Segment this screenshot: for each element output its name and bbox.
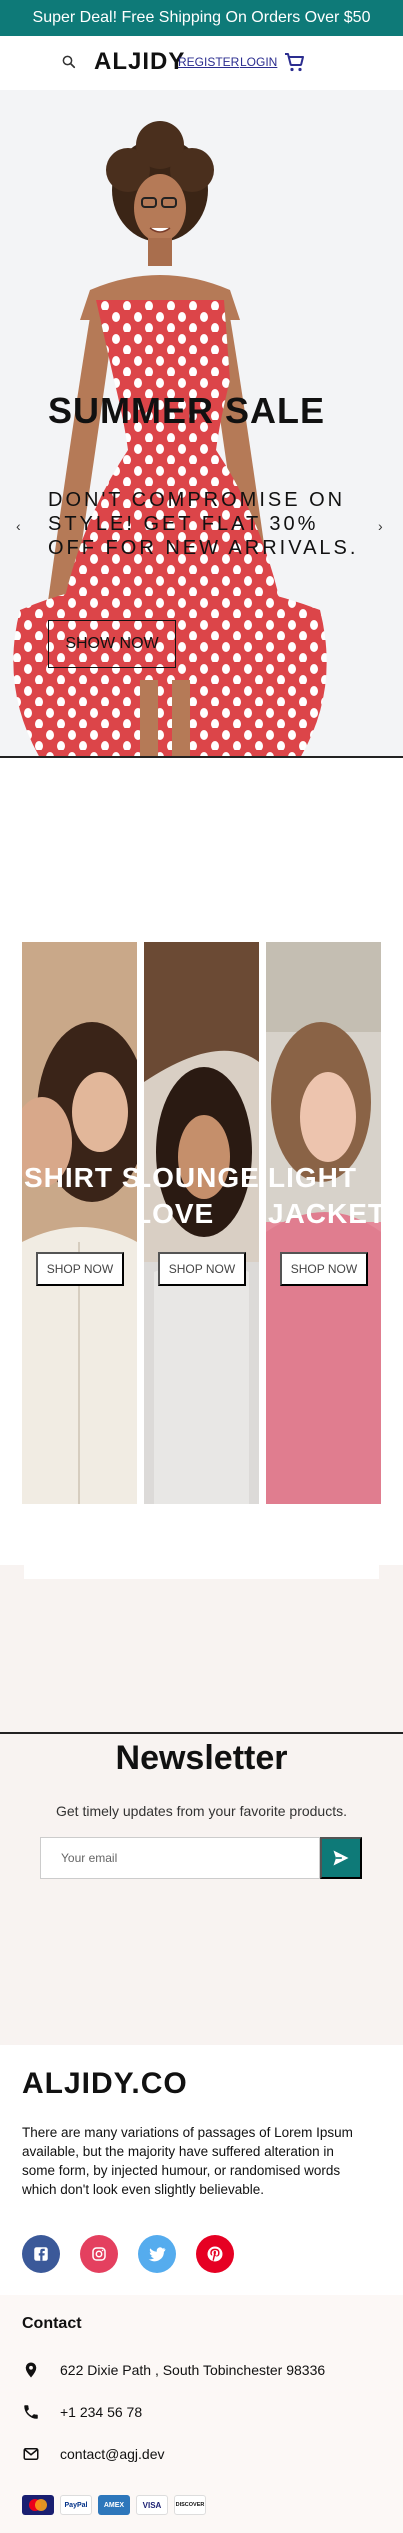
- send-icon: [333, 1850, 349, 1866]
- category-card-jackets[interactable]: LIGHT JACKETS SHOP NOW: [266, 942, 381, 1504]
- newsletter-subtitle: Get timely updates from your favorite pr…: [55, 1803, 347, 1819]
- navbar: ALJIDY REGISTER LOGIN: [0, 36, 403, 90]
- phone-row: +1 234 56 78: [22, 2401, 142, 2423]
- logo[interactable]: ALJIDY: [94, 48, 185, 76]
- facebook-link[interactable]: [22, 2235, 60, 2273]
- instagram-link[interactable]: [80, 2235, 118, 2273]
- category-section: SHIRT STYLE SHOP NOW LOUNGEWEAR LOVE SHO…: [0, 920, 403, 1510]
- address-row: 622 Dixie Path , South Tobinchester 9833…: [22, 2359, 325, 2381]
- phone-icon: [24, 2405, 38, 2419]
- facebook-icon: [34, 2247, 48, 2261]
- twitter-link[interactable]: [138, 2235, 176, 2273]
- pinterest-icon: [207, 2246, 223, 2262]
- footer-brand: ALJIDY.CO There are many variations of p…: [0, 2045, 403, 2295]
- newsletter-section: Newsletter Get timely updates from your …: [0, 1565, 403, 2045]
- category-title: LOUNGEWEAR LOVE: [144, 1162, 259, 1229]
- discover-icon: DISCOVER: [174, 2495, 206, 2515]
- email-field[interactable]: [40, 1837, 320, 1879]
- contact-section: Contact 622 Dixie Path , South Tobinches…: [0, 2295, 403, 2533]
- slider-next-arrow[interactable]: ›: [378, 518, 383, 534]
- search-icon[interactable]: [60, 53, 78, 71]
- shop-now-button[interactable]: SHOP NOW: [158, 1252, 246, 1286]
- hero-slider: SUMMER SALE DON'T COMPROMISE ON STYLE! G…: [0, 90, 403, 758]
- shop-now-button[interactable]: SHOP NOW: [280, 1252, 368, 1286]
- footer-logo: ALJIDY.CO: [22, 2067, 188, 2100]
- newsletter-title: Newsletter: [115, 1739, 288, 1777]
- contact-title: Contact: [22, 2315, 82, 2332]
- email-row: contact@agj.dev: [22, 2443, 165, 2465]
- location-icon: [25, 2362, 37, 2378]
- cart-icon[interactable]: [282, 50, 306, 74]
- category-card-loungewear[interactable]: LOUNGEWEAR LOVE SHOP NOW: [144, 942, 259, 1504]
- mail-icon: [23, 2448, 39, 2460]
- payment-methods: PayPal AMEX VISA DISCOVER: [22, 2495, 206, 2515]
- divider: [0, 1732, 403, 1734]
- twitter-icon: [148, 2247, 166, 2262]
- amex-icon: AMEX: [98, 2495, 130, 2515]
- pinterest-link[interactable]: [196, 2235, 234, 2273]
- category-image: [22, 942, 137, 1504]
- email-text[interactable]: contact@agj.dev: [60, 2446, 165, 2462]
- show-now-button[interactable]: SHOW NOW: [48, 620, 176, 668]
- shop-now-button[interactable]: SHOP NOW: [36, 1252, 124, 1286]
- send-button[interactable]: [320, 1837, 362, 1879]
- hero-subtitle: DON'T COMPROMISE ON STYLE! GET FLAT 30% …: [48, 489, 359, 559]
- announcement-text: Super Deal! Free Shipping On Orders Over…: [32, 9, 371, 26]
- category-card-shirt[interactable]: SHIRT STYLE SHOP NOW: [22, 942, 137, 1504]
- register-link[interactable]: REGISTER: [178, 55, 239, 69]
- login-link[interactable]: LOGIN: [240, 55, 277, 69]
- product-strip-placeholder: [24, 1565, 379, 1579]
- footer-description: There are many variations of passages of…: [22, 2125, 353, 2197]
- category-title: SHIRT STYLE: [24, 1162, 137, 1193]
- hero-title: SUMMER SALE: [48, 390, 326, 431]
- visa-icon: VISA: [136, 2495, 168, 2515]
- paypal-icon: PayPal: [60, 2495, 92, 2515]
- slider-prev-arrow[interactable]: ‹: [16, 518, 21, 534]
- mastercard-icon: [22, 2495, 54, 2515]
- address-text: 622 Dixie Path , South Tobinchester 9833…: [60, 2362, 326, 2378]
- instagram-icon: [92, 2247, 106, 2261]
- category-title: LIGHT JACKETS: [268, 1162, 381, 1229]
- phone-text[interactable]: +1 234 56 78: [60, 2404, 142, 2420]
- announcement-bar: Super Deal! Free Shipping On Orders Over…: [0, 0, 403, 36]
